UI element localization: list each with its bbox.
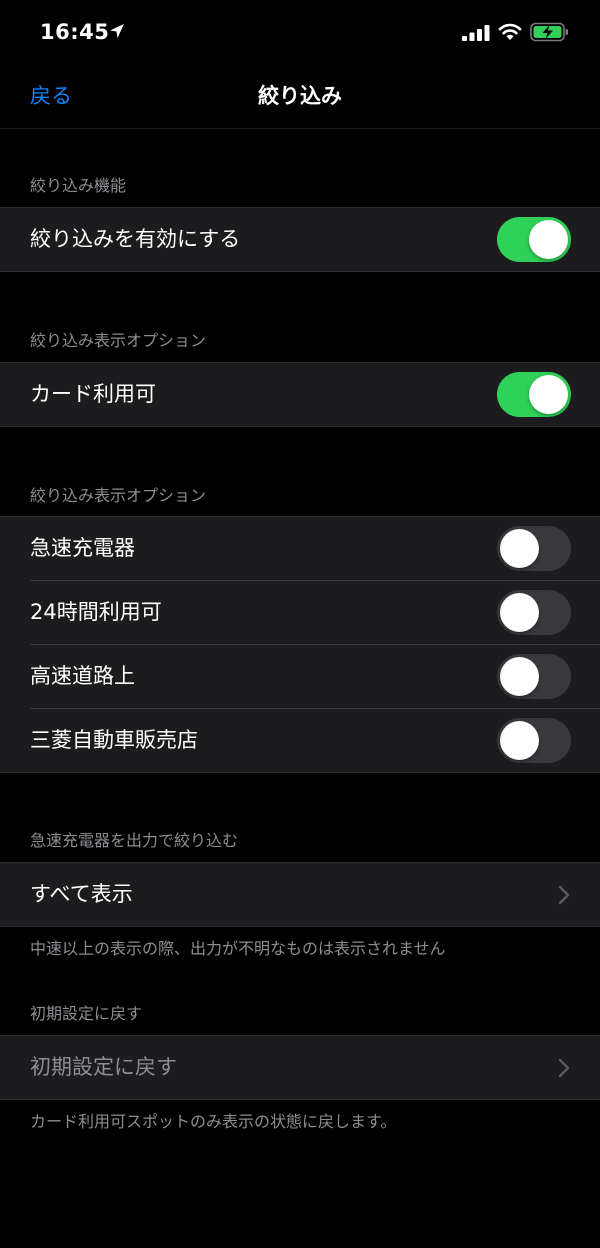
section-header-output-filter: 急速充電器を出力で絞り込む — [30, 831, 239, 850]
row-reset-defaults[interactable]: 初期設定に戻す — [0, 1036, 600, 1099]
chevron-right-icon — [558, 885, 570, 905]
group-reset: 初期設定に戻す — [0, 1035, 600, 1100]
row-card-available: カード利用可 — [0, 363, 600, 426]
row-highway: 高速道路上 — [0, 644, 600, 708]
24-hours-toggle[interactable] — [497, 590, 571, 635]
toggle-knob — [500, 529, 539, 568]
section-header-display-options-2: 絞り込み表示オプション — [30, 486, 207, 505]
toggle-knob — [500, 721, 539, 760]
row-quick-charger: 急速充電器 — [0, 517, 600, 580]
row-label: 絞り込みを有効にする — [30, 227, 241, 251]
enable-filter-toggle[interactable] — [497, 217, 571, 262]
mitsubishi-dealer-toggle[interactable] — [497, 718, 571, 763]
card-available-toggle[interactable] — [497, 372, 571, 417]
row-label: 急速充電器 — [30, 536, 135, 560]
status-time: 16:45 — [40, 20, 110, 44]
row-show-all[interactable]: すべて表示 — [0, 863, 600, 926]
row-label: 高速道路上 — [30, 664, 135, 688]
page-title: 絞り込み — [258, 84, 342, 108]
group-output-filter: すべて表示 — [0, 862, 600, 927]
row-label: 24時間利用可 — [30, 600, 162, 624]
toggle-knob — [529, 375, 568, 414]
row-24-hours: 24時間利用可 — [0, 580, 600, 644]
navigation-bar: 戻る 絞り込み — [0, 64, 600, 129]
status-bar: 16:45 — [0, 0, 600, 64]
section-header-reset: 初期設定に戻す — [30, 1004, 143, 1023]
wifi-icon — [498, 23, 522, 40]
toggle-knob — [500, 657, 539, 696]
cellular-signal-icon — [462, 25, 490, 41]
chevron-right-icon — [558, 1058, 570, 1078]
battery-charging-icon — [530, 22, 568, 42]
group-display-options-2: 急速充電器 24時間利用可 高速道路上 三菱自動車販売店 — [0, 516, 600, 773]
reset-footer: カード利用可スポットのみ表示の状態に戻します。 — [30, 1112, 397, 1131]
row-label: すべて表示 — [30, 882, 133, 906]
row-label: 三菱自動車販売店 — [30, 728, 198, 752]
group-display-options-1: カード利用可 — [0, 362, 600, 427]
row-enable-filter: 絞り込みを有効にする — [0, 208, 600, 271]
quick-charger-toggle[interactable] — [497, 526, 571, 571]
row-mitsubishi-dealer: 三菱自動車販売店 — [0, 708, 600, 772]
section-header-filter-function: 絞り込み機能 — [30, 176, 127, 195]
toggle-knob — [500, 593, 539, 632]
toggle-knob — [529, 220, 568, 259]
group-filter-function: 絞り込みを有効にする — [0, 207, 600, 272]
output-filter-footer: 中速以上の表示の際、出力が不明なものは表示されません — [30, 939, 446, 958]
highway-toggle[interactable] — [497, 654, 571, 699]
row-label: 初期設定に戻す — [30, 1055, 177, 1079]
location-arrow-icon — [110, 24, 124, 38]
row-label: カード利用可 — [30, 382, 156, 406]
section-header-display-options-1: 絞り込み表示オプション — [30, 331, 207, 350]
